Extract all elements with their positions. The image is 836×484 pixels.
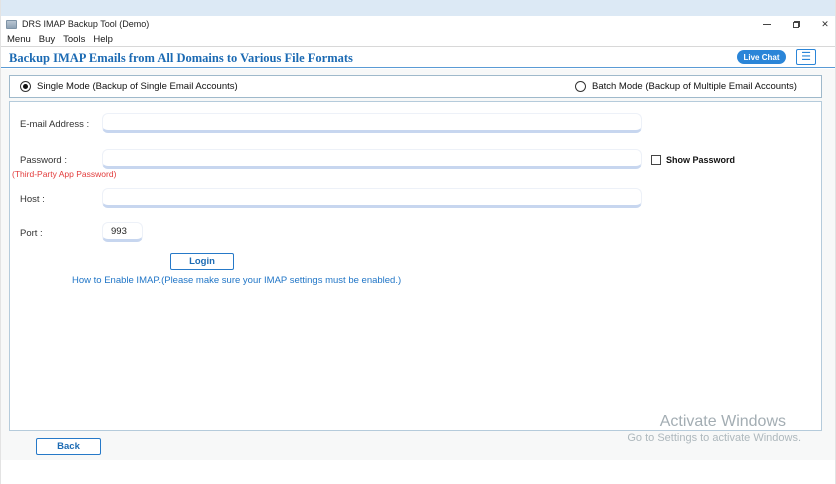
port-label: Port : — [20, 228, 43, 239]
login-button[interactable]: Login — [170, 253, 234, 270]
restore-button[interactable] — [790, 18, 802, 30]
login-form-panel: E-mail Address : Password : (Third-Party… — [9, 101, 822, 431]
menu-item-buy[interactable]: Buy — [39, 34, 55, 45]
bottom-strip — [1, 460, 835, 484]
minimize-icon — [763, 23, 771, 25]
activate-windows-watermark-sub: Go to Settings to activate Windows. — [627, 432, 801, 444]
menu-item-menu[interactable]: Menu — [7, 34, 31, 45]
show-password-option[interactable]: Show Password — [651, 155, 735, 165]
close-button[interactable]: ✕ — [819, 18, 831, 30]
back-button[interactable]: Back — [36, 438, 101, 455]
live-chat-button[interactable]: Live Chat — [737, 50, 786, 64]
host-label: Host : — [20, 194, 45, 205]
page-header: Backup IMAP Emails from All Domains to V… — [1, 48, 835, 68]
mode-selection-bar: Single Mode (Backup of Single Email Acco… — [9, 75, 822, 98]
window-controls: ✕ — [761, 16, 831, 32]
hamburger-menu-icon[interactable]: ☰ — [796, 49, 816, 65]
single-mode-label: Single Mode (Backup of Single Email Acco… — [37, 81, 238, 92]
show-password-checkbox[interactable] — [651, 155, 661, 165]
password-label: Password : — [20, 155, 67, 166]
password-input[interactable] — [102, 149, 642, 169]
email-label: E-mail Address : — [20, 119, 90, 130]
host-input[interactable] — [102, 188, 642, 208]
menu-bar: Menu Buy Tools Help — [1, 32, 835, 47]
title-bar[interactable]: DRS IMAP Backup Tool (Demo) ✕ — [1, 16, 835, 32]
menu-item-help[interactable]: Help — [93, 34, 113, 45]
app-icon — [6, 19, 17, 29]
single-mode-option[interactable]: Single Mode (Backup of Single Email Acco… — [20, 76, 238, 97]
activate-windows-watermark: Activate Windows — [659, 413, 786, 430]
app-window: DRS IMAP Backup Tool (Demo) ✕ Menu Buy T… — [0, 0, 836, 484]
password-note: (Third-Party App Password) — [12, 169, 117, 179]
show-password-label: Show Password — [666, 155, 736, 165]
batch-mode-radio[interactable] — [575, 81, 586, 92]
email-input[interactable] — [102, 113, 642, 133]
enable-imap-help-link[interactable]: How to Enable IMAP.(Please make sure you… — [72, 275, 401, 286]
window-title: DRS IMAP Backup Tool (Demo) — [22, 19, 150, 29]
page-title: Backup IMAP Emails from All Domains to V… — [9, 51, 353, 65]
desktop-top-strip — [1, 0, 835, 16]
batch-mode-option[interactable]: Batch Mode (Backup of Multiple Email Acc… — [575, 76, 797, 97]
batch-mode-label: Batch Mode (Backup of Multiple Email Acc… — [592, 81, 797, 92]
minimize-button[interactable] — [761, 18, 773, 30]
single-mode-radio[interactable] — [20, 81, 31, 92]
restore-icon — [792, 20, 800, 28]
menu-item-tools[interactable]: Tools — [63, 34, 85, 45]
port-input[interactable] — [102, 222, 143, 242]
